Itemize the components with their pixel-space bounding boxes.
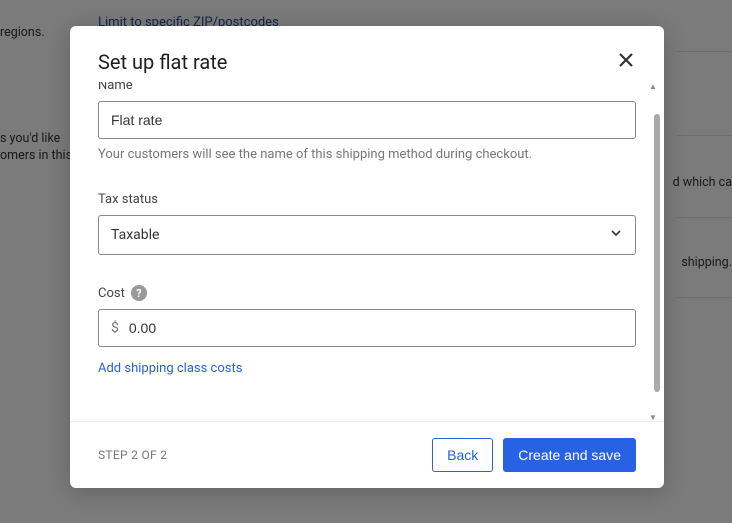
scroll-up-arrow[interactable]: ▲ xyxy=(648,82,658,90)
add-shipping-class-link[interactable]: Add shipping class costs xyxy=(98,361,242,376)
step-indicator: STEP 2 OF 2 xyxy=(98,448,167,462)
name-help-text: Your customers will see the name of this… xyxy=(98,147,636,162)
tax-status-label: Tax status xyxy=(98,192,636,207)
cost-input[interactable] xyxy=(125,310,635,346)
currency-prefix: $ xyxy=(99,320,125,336)
footer-buttons: Back Create and save xyxy=(432,438,636,472)
scroll-down-arrow[interactable]: ▼ xyxy=(648,413,658,421)
chevron-down-icon xyxy=(609,226,623,244)
flat-rate-modal: Set up flat rate Name Your customers wil… xyxy=(70,26,664,488)
tax-field-group: Tax status Taxable xyxy=(98,192,636,255)
tax-status-value: Taxable xyxy=(111,227,159,243)
close-icon xyxy=(618,52,634,68)
name-field-group: Name Your customers will see the name of… xyxy=(98,82,636,162)
modal-title: Set up flat rate xyxy=(98,50,227,74)
scrollbar-thumb[interactable] xyxy=(654,114,660,392)
modal-header: Set up flat rate xyxy=(70,26,664,82)
modal-body-wrapper: Name Your customers will see the name of… xyxy=(70,82,664,421)
cost-label: Cost xyxy=(98,286,125,301)
name-input[interactable] xyxy=(98,101,636,139)
cost-input-wrapper: $ xyxy=(98,309,636,347)
name-label: Name xyxy=(98,82,636,93)
modal-footer: STEP 2 OF 2 Back Create and save xyxy=(70,421,664,488)
modal-body: Name Your customers will see the name of… xyxy=(70,82,664,421)
back-button[interactable]: Back xyxy=(432,438,493,472)
cost-field-group: Cost ? $ Add shipping class costs xyxy=(98,285,636,376)
tax-status-select[interactable]: Taxable xyxy=(98,215,636,255)
create-save-button[interactable]: Create and save xyxy=(503,438,636,472)
help-icon[interactable]: ? xyxy=(131,285,147,301)
scrollbar[interactable]: ▲ ▼ xyxy=(654,82,660,421)
close-button[interactable] xyxy=(616,50,636,74)
